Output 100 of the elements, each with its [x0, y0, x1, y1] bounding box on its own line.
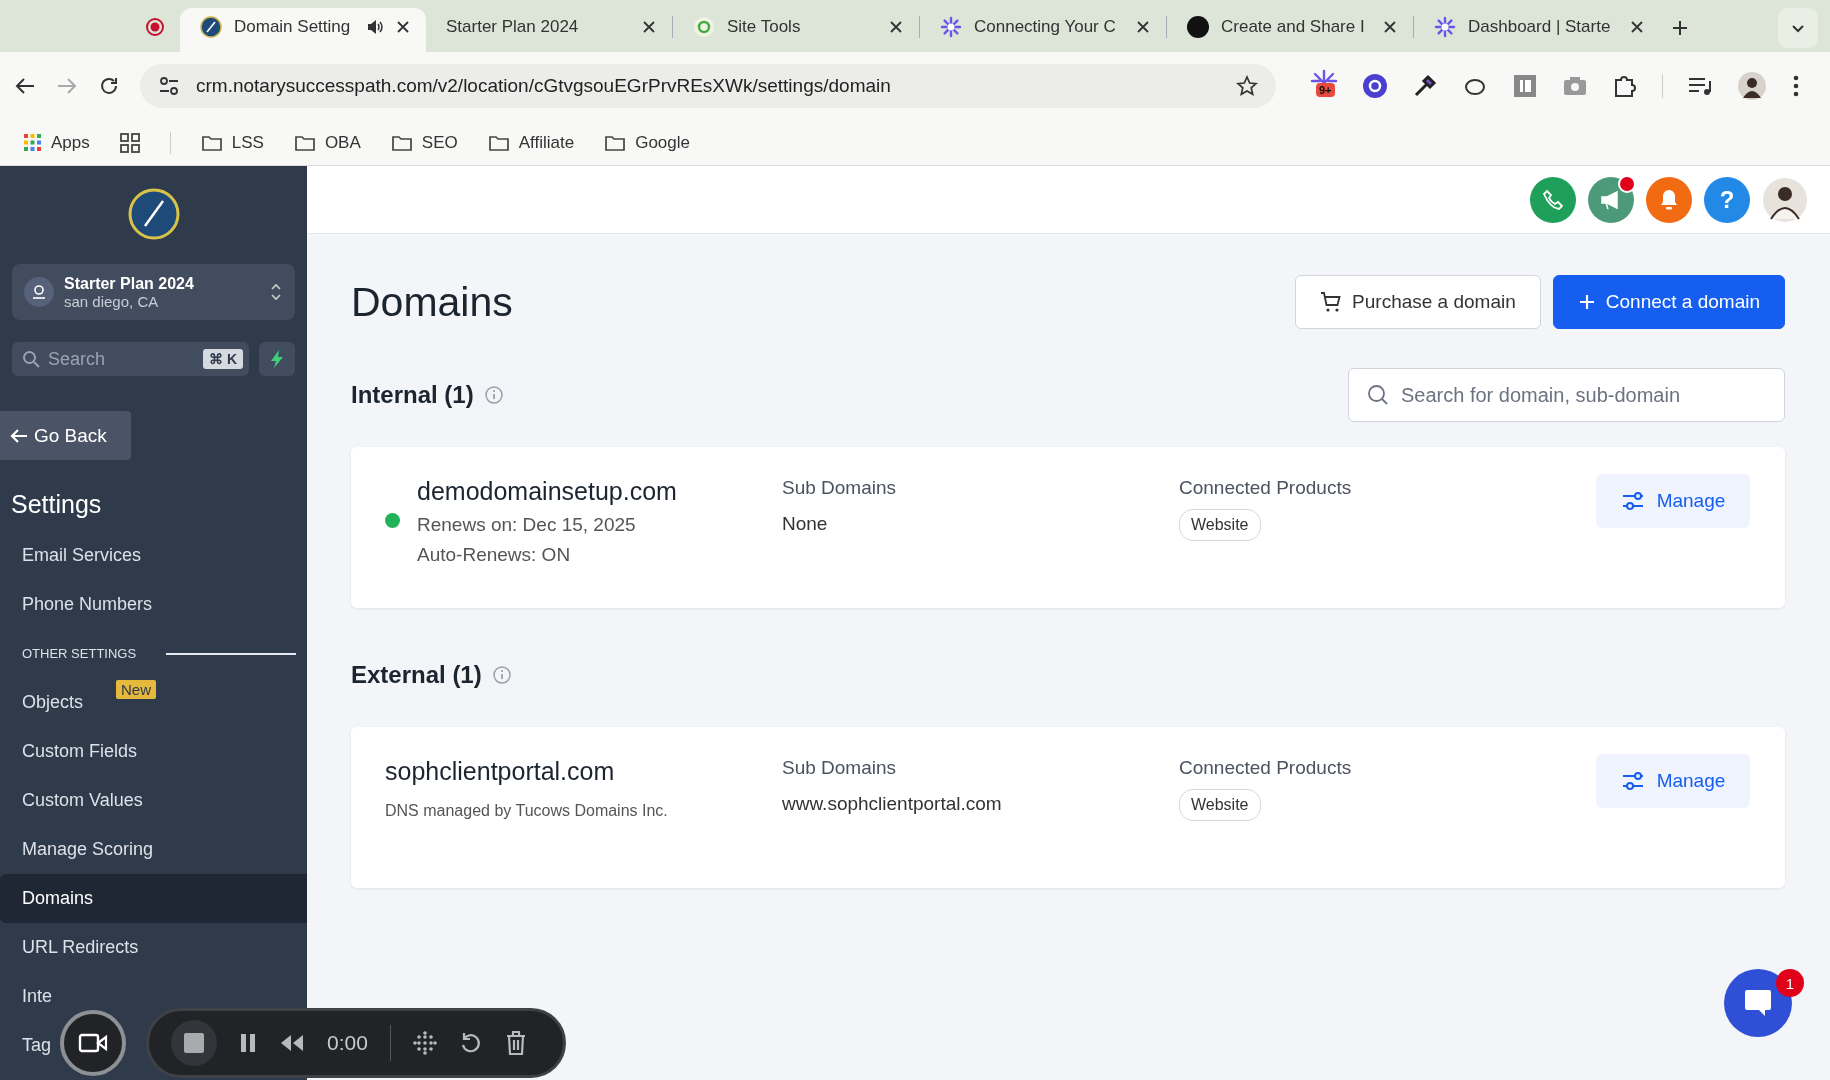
browser-tab[interactable]: Starter Plan 2024	[426, 8, 672, 52]
section-title: Internal (1)	[351, 381, 504, 409]
search-field[interactable]: Search ⌘ K	[12, 342, 249, 376]
new-badge: New	[116, 680, 156, 699]
s-logo-icon	[1187, 16, 1209, 38]
search-icon	[22, 350, 40, 368]
stop-icon	[183, 1032, 205, 1054]
stop-button[interactable]	[171, 1020, 217, 1066]
close-icon[interactable]	[1383, 20, 1397, 34]
blur-dots-icon[interactable]	[412, 1031, 437, 1055]
column-label: Connected Products	[1179, 757, 1353, 779]
domain-detail: DNS managed by Tucows Domains Inc.	[385, 802, 668, 820]
site-settings-icon[interactable]	[158, 75, 180, 97]
sunburst-icon	[940, 16, 962, 38]
domain-detail: Auto-Renews: ON	[417, 544, 572, 566]
browser-tab[interactable]: Domain Setting	[180, 8, 426, 52]
browser-tab[interactable]: Dashboard | Starte	[1414, 8, 1660, 52]
lightning-icon	[269, 349, 285, 369]
domain-detail: Renews on: Dec 15, 2025	[417, 514, 637, 536]
info-icon	[483, 385, 504, 405]
bookmark-folder[interactable]: LSS	[200, 132, 264, 153]
arrow-left-icon	[10, 427, 28, 444]
extension-icon[interactable]	[1362, 73, 1388, 99]
quick-action-button[interactable]	[259, 342, 295, 376]
record-icon	[145, 17, 165, 37]
sidebar-item[interactable]: Email Services	[22, 531, 142, 580]
apps-grid-icon	[24, 133, 42, 152]
puzzle-icon[interactable]	[1612, 73, 1638, 99]
manage-button[interactable]: Manage	[1596, 474, 1750, 528]
grid-icon[interactable]	[119, 132, 140, 153]
bookmark-folder[interactable]: OBA	[293, 132, 361, 153]
close-icon[interactable]	[889, 20, 903, 34]
account-switcher[interactable]: Starter Plan 2024 san diego, CA	[12, 264, 295, 320]
browser-tab[interactable]: Create and Share I	[1167, 8, 1413, 52]
profile-avatar[interactable]	[1737, 71, 1767, 101]
sidebar-item[interactable]: Custom Values	[22, 776, 143, 825]
help-button[interactable]: ?	[1704, 176, 1750, 223]
close-icon[interactable]	[642, 20, 656, 34]
go-back-button[interactable]: Go Back	[0, 411, 131, 460]
speaker-icon[interactable]	[366, 18, 384, 36]
product-tag: Website	[1179, 509, 1261, 541]
announcements-button[interactable]	[1588, 176, 1634, 223]
sidebar-item[interactable]: Phone Numbers	[22, 580, 153, 629]
bookmark-folder[interactable]: Affiliate	[487, 132, 575, 153]
user-avatar[interactable]	[1762, 176, 1808, 223]
bookmark-folder[interactable]: Google	[604, 132, 690, 153]
sliders-icon	[1620, 771, 1645, 791]
purchase-domain-button[interactable]: Purchase a domain	[1295, 275, 1541, 329]
section-label: OTHER SETTINGS	[22, 646, 137, 661]
section-title: External (1)	[351, 661, 512, 689]
folder-icon	[390, 133, 413, 152]
sliders-icon	[1620, 491, 1645, 511]
sub-domain-value: None	[782, 513, 829, 535]
pause-icon[interactable]	[239, 1032, 257, 1054]
browser-tab[interactable]: Connecting Your C	[920, 8, 1166, 52]
sidebar-item[interactable]: Domains	[0, 874, 307, 923]
manage-button[interactable]: Manage	[1596, 754, 1750, 808]
column-label: Connected Products	[1179, 477, 1353, 499]
sidebar-item[interactable]: Tag	[22, 1021, 52, 1070]
eyedropper-icon[interactable]	[1412, 73, 1438, 99]
bell-icon	[1658, 187, 1680, 212]
notifications-button[interactable]	[1646, 176, 1692, 223]
connect-domain-button[interactable]: Connect a domain	[1552, 275, 1785, 329]
more-icon[interactable]	[1791, 73, 1801, 99]
product-tag: Website	[1179, 789, 1261, 821]
page-title: Domains	[351, 278, 514, 326]
sidebar-item[interactable]: Manage Scoring	[22, 825, 154, 874]
compass-logo[interactable]	[127, 188, 180, 240]
cart-icon	[1320, 291, 1343, 313]
sidebar-item[interactable]: Inte	[22, 972, 53, 1021]
close-icon[interactable]	[396, 20, 410, 34]
domain-name: sophclientportal.com	[385, 757, 616, 786]
chat-icon	[1743, 988, 1773, 1018]
close-icon[interactable]	[1630, 20, 1644, 34]
trash-icon[interactable]	[504, 1030, 527, 1056]
recording-timer: 0:00	[327, 1031, 368, 1055]
plus-icon	[1577, 293, 1596, 311]
address-bar[interactable]: crm.notarysuccesspath.com/v2/location/cGtvgsouEGrPrvREsXWk/settings/domain	[140, 64, 1276, 108]
star-icon[interactable]	[1236, 75, 1258, 97]
browser-tab[interactable]: Site Tools	[673, 8, 919, 52]
phone-icon	[1542, 188, 1564, 211]
column-label: Sub Domains	[782, 757, 898, 779]
phone-button[interactable]	[1530, 176, 1576, 223]
sidebar-item[interactable]: Custom Fields	[22, 727, 138, 776]
folder-icon	[487, 133, 510, 152]
reload-icon[interactable]	[98, 75, 120, 97]
sub-domain-value: www.sophclientportal.com	[782, 793, 1003, 815]
bookmark-folder[interactable]: SEO	[390, 132, 458, 153]
plus-icon	[1671, 19, 1689, 37]
ring-icon	[693, 16, 715, 38]
rewind-icon[interactable]	[279, 1033, 305, 1053]
search-field[interactable]: Search for domain, sub-domain	[1348, 368, 1785, 422]
sidebar-item[interactable]: URL Redirects	[22, 923, 139, 972]
close-icon[interactable]	[1136, 20, 1150, 34]
sunburst-icon	[1434, 16, 1456, 38]
apps-link[interactable]: Apps	[24, 132, 90, 153]
notification-badge: 9+	[1316, 83, 1335, 97]
info-icon	[491, 665, 512, 685]
folder-icon	[604, 133, 627, 152]
chevron-updown-icon	[269, 281, 283, 303]
